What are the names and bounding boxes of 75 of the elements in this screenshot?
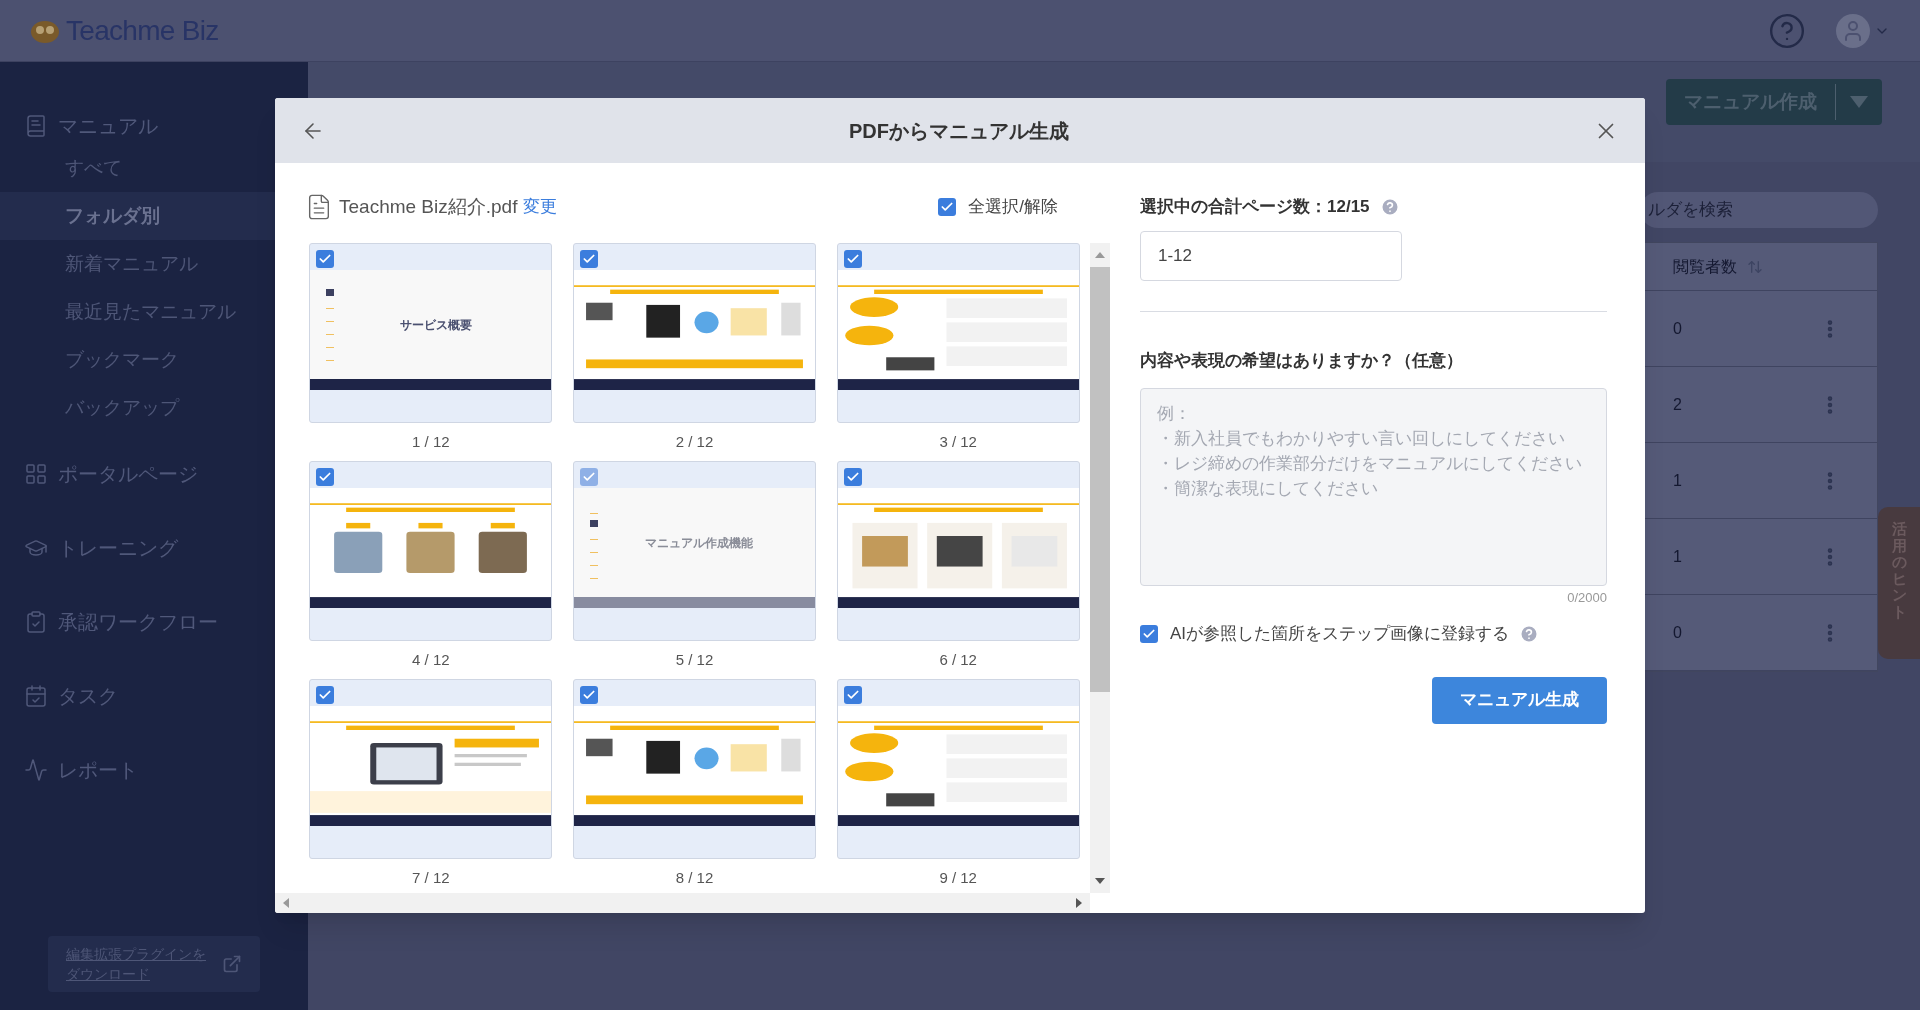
checkmark-icon [940,200,955,214]
page-number: 2 / 12 [675,431,714,452]
pulse-chart-icon [24,758,48,782]
page-number: 3 / 12 [939,431,977,452]
page-number: 7 / 12 [412,867,450,888]
page-thumbnail[interactable] [836,679,1080,859]
vertical-scrollbar[interactable] [1090,243,1110,893]
checkmark-icon [845,470,860,484]
page-thumbnail[interactable] [836,461,1080,641]
request-text-area[interactable]: 例： ・新入社員でもわかりやすい言い回しにしてください ・レジ締めの作業部分だけをマニュアルにしてください ・簡潔な表現にしてください [1140,387,1607,586]
page-thumbnail[interactable]: サービス概要 [309,243,553,423]
page-checkbox[interactable] [316,250,335,268]
nav-item[interactable]: マニュアル [0,108,308,144]
table-cell-text: 0 [1673,622,1683,643]
page-checkbox[interactable] [580,250,598,268]
table-cell-text: 0 [1673,318,1683,339]
dialog-title: PDFからマニュアル生成 [848,118,1070,144]
scroll-right-icon[interactable] [1074,898,1084,908]
page-thumbnail[interactable] [836,243,1080,423]
page-number: 5 / 12 [675,649,714,670]
external-link-icon [222,954,242,974]
page-range-field[interactable]: 1-12 [1140,231,1402,281]
slide-title: サービス概要 [398,316,473,334]
page-thumbnail[interactable] [573,243,816,423]
page-thumbnail[interactable] [309,679,553,859]
nav-item[interactable]: トレーニング [0,530,308,566]
nav-item[interactable]: ポータルページ [0,456,308,492]
page-checkbox[interactable] [843,686,862,704]
file-name: Teachme Biz紹介.pdf [339,194,518,219]
checkmark-icon [318,688,333,702]
page-number: 1 / 12 [412,431,450,452]
notebook-icon [24,114,48,138]
page-checkbox[interactable] [316,686,335,704]
table-cell-text: 2 [1673,394,1683,415]
page-checkbox[interactable] [843,250,862,268]
nav-item[interactable]: レポート [0,752,308,788]
caret-icon [1850,96,1868,108]
select-all-label[interactable]: 全選択/解除 [968,194,1058,220]
page-number: 9 / 12 [939,867,977,888]
table-cell-text: 1 [1673,470,1683,491]
selected-page-count: 選択中の合計ページ数：12/15 [1140,196,1370,219]
page-checkbox[interactable] [580,686,598,704]
column-header[interactable]: 閲覧者数 [1673,254,1737,279]
slide-title: マニュアル作成機能 [644,534,755,552]
horizontal-scrollbar[interactable] [275,893,1090,913]
checkmark-icon [582,688,596,702]
request-label: 内容や表現の希望はありますか？（任意） [1140,350,1464,372]
page-checkbox[interactable] [316,468,335,486]
nav-item[interactable]: 承認ワークフロー [0,604,308,640]
clipboard-check-icon [24,610,48,634]
checkmark-icon [582,470,596,484]
ai-reference-checkbox[interactable] [1140,624,1158,643]
page-thumbnail[interactable] [573,679,816,859]
page-checkbox[interactable] [843,468,862,486]
checkmark-icon [582,252,596,266]
change-link[interactable]: 変更 [523,194,558,220]
checkmark-icon [845,688,860,702]
page-number: 8 / 12 [675,867,714,888]
help-icon[interactable] [1519,623,1540,644]
grid-document-icon [24,462,48,486]
calendar-check-icon [24,684,48,708]
select-all-checkbox[interactable] [938,198,957,216]
checkmark-icon [318,252,333,266]
ai-reference-label[interactable]: AIが参照した箇所をステップ画像に登録する [1170,621,1510,647]
scroll-left-icon[interactable] [281,898,291,908]
page-number: 6 / 12 [939,649,977,670]
checkmark-icon [318,470,333,484]
page-number: 4 / 12 [412,649,450,670]
help-icon[interactable] [1379,197,1400,217]
checkmark-icon [845,252,860,266]
nav-item[interactable]: タスク [0,678,308,714]
page-thumbnail[interactable] [309,461,553,641]
generate-manual-button[interactable]: マニュアル生成 [1432,676,1607,724]
character-counter: 0/2000 [1567,588,1607,607]
table-cell-text: 1 [1673,546,1683,567]
